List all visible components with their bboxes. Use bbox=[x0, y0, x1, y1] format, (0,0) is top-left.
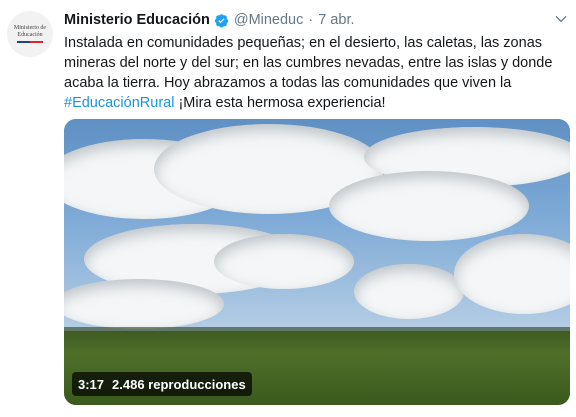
video-stats-badge: 3:17 2.486 reproducciones bbox=[72, 372, 252, 396]
video-player[interactable]: 3:17 2.486 reproducciones bbox=[64, 119, 570, 405]
tweet-text-body: Instalada en comunidades pequeñas; en el… bbox=[64, 35, 553, 91]
tweet-date[interactable]: 7 abr. bbox=[318, 12, 354, 28]
video-views: 2.486 reproducciones bbox=[112, 376, 246, 392]
author-handle[interactable]: @Mineduc bbox=[234, 12, 304, 28]
tweet-text: Instalada en comunidades pequeñas; en el… bbox=[64, 33, 570, 113]
video-cloud bbox=[354, 264, 464, 319]
avatar[interactable]: Ministerio de Educación bbox=[7, 11, 53, 57]
video-duration: 3:17 bbox=[78, 376, 105, 392]
video-cloud bbox=[329, 171, 529, 241]
tweet-header: Ministerio Educación @Mineduc · 7 abr. bbox=[64, 10, 355, 30]
chevron-down-icon[interactable] bbox=[554, 12, 568, 26]
avatar-text-line2: Educación bbox=[17, 32, 43, 38]
verified-badge-icon bbox=[214, 13, 228, 27]
header-separator: · bbox=[308, 12, 314, 28]
avatar-text-line1: Ministerio de bbox=[13, 25, 47, 31]
tweet-text-end: ¡Mira esta hermosa experiencia! bbox=[174, 95, 386, 111]
hashtag-link[interactable]: #EducaciónRural bbox=[64, 95, 174, 111]
video-cloud bbox=[214, 234, 354, 289]
avatar-flag-bar bbox=[17, 41, 43, 43]
author-name[interactable]: Ministerio Educación bbox=[64, 12, 210, 28]
